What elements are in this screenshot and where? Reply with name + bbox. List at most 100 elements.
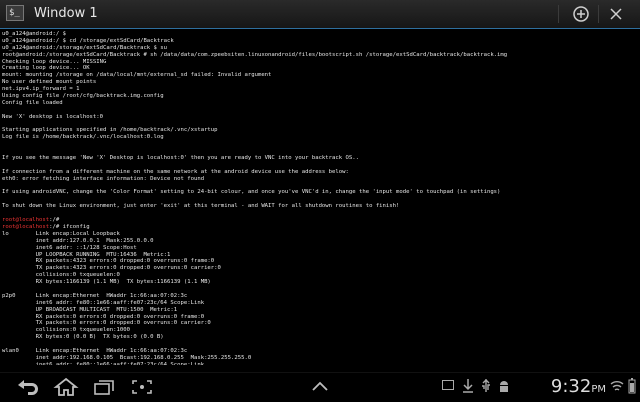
terminal-line: collisions:0 txqueuelen:1000 — [2, 327, 638, 334]
terminal-line: Log file is /home/backtrack/.vnc/localho… — [2, 134, 638, 141]
terminal-line: p2p0 Link encap:Ethernet HWaddr 1c:66:aa… — [2, 293, 638, 300]
terminal-line: UP LOOPBACK RUNNING MTU:16436 Metric:1 — [2, 252, 638, 259]
line-text: Creating loop device... OK — [2, 65, 90, 72]
terminal-line: Checking loop device... MISSING — [2, 59, 638, 66]
line-text: inet6 addr: fe80::1e66:aaff:fe07:23c/64 … — [2, 361, 205, 365]
terminal-line: If using androidVNC, change the 'Color F… — [2, 189, 638, 196]
recent-apps-button[interactable] — [90, 377, 118, 397]
terminal-line: RX bytes:0 (0.0 B) TX bytes:0 (0.0 B) — [2, 334, 638, 341]
clock-ampm: PM — [591, 384, 606, 395]
clock-time: 9:32 — [550, 376, 592, 397]
new-window-button[interactable] — [569, 4, 593, 24]
terminal-line: Using config file /root/cfg/backtrack.im… — [2, 93, 638, 100]
line-text: If connection from a different machine o… — [2, 168, 349, 175]
terminal-line: To shut down the Linux environment, just… — [2, 203, 638, 210]
terminal-line: u0_a124@android:/storage/extSdCard/Backt… — [2, 45, 638, 52]
terminal-line: Config file loaded — [2, 100, 638, 107]
line-text: TX packets:0 errors:0 dropped:0 overruns… — [2, 320, 211, 327]
android-icon — [498, 379, 510, 398]
screenshot-icon — [132, 380, 152, 394]
line-text: net.ipv4.ip_forward = 1 — [2, 86, 80, 93]
terminal-line: inet addr:127.0.0.1 Mask:255.0.0.0 — [2, 238, 638, 245]
terminal-line: inet addr:192.168.0.105 Bcast:192.168.0.… — [2, 355, 638, 362]
battery-icon — [628, 378, 636, 398]
line-text: If you see the message 'New 'X' Desktop … — [2, 155, 359, 162]
line-text: Config file loaded — [2, 99, 63, 106]
terminal-line: If connection from a different machine o… — [2, 169, 638, 176]
terminal-line: collisions:0 txqueuelen:0 — [2, 272, 638, 279]
terminal-line: wlan0 Link encap:Ethernet HWaddr 1c:66:a… — [2, 348, 638, 355]
line-text: inet addr:192.168.0.105 Bcast:192.168.0.… — [2, 354, 252, 361]
terminal-output[interactable]: u0_a124@android:/ $ u0_a124@android:/ $ c… — [2, 31, 638, 365]
terminal-line: If you see the message 'New 'X' Desktop … — [2, 155, 638, 162]
terminal-notification-icon — [442, 380, 454, 390]
terminal-line: net.ipv4.ip_forward = 1 — [2, 86, 638, 93]
line-text: collisions:0 txqueuelen:0 — [2, 272, 120, 279]
line-text: :/# ifconfig — [49, 223, 90, 230]
line-text: p2p0 Link encap:Ethernet HWaddr 1c:66:aa… — [2, 292, 188, 299]
line-text: Log file is /home/backtrack/.vnc/localho… — [2, 134, 164, 141]
download-icon — [462, 378, 474, 398]
terminal-line: inet6 addr: ::1/128 Scope:Host — [2, 245, 638, 252]
wifi-icon — [610, 378, 624, 398]
line-text: :/# — [49, 217, 63, 224]
line-text: lo Link encap:Local Loopback — [2, 230, 120, 237]
line-text: u0_a124@android:/storage/extSdCard/Backt… — [2, 44, 168, 51]
screenshot-button[interactable] — [128, 377, 156, 397]
terminal-line: root@localhost:/# — [2, 217, 638, 224]
chevron-up-icon — [312, 381, 328, 391]
line-text: RX bytes:0 (0.0 B) TX bytes:0 (0.0 B) — [2, 334, 164, 341]
terminal-line: root@android:/storage/extSdCard/Backtrac… — [2, 52, 638, 59]
terminal-line: Creating loop device... OK — [2, 65, 638, 72]
window-titlebar: $_ Window 1 — [0, 0, 640, 29]
line-text: RX packets:4323 errors:0 dropped:0 overr… — [2, 258, 215, 265]
system-navigation-bar: 9:32PM — [0, 372, 640, 401]
terminal-line: u0_a124@android:/ $ — [2, 31, 638, 38]
line-text: Starting applications specified in /home… — [2, 127, 218, 134]
close-window-button[interactable] — [604, 4, 628, 24]
line-text: inet6 addr: fe80::1e66:aaff:fe07:23c/64 … — [2, 299, 205, 306]
line-text: u0_a124@android:/ $ — [2, 31, 66, 37]
terminal-line: New 'X' desktop is localhost:0 — [2, 114, 638, 121]
back-button[interactable] — [14, 377, 42, 397]
status-area[interactable]: 9:32PM — [400, 373, 640, 401]
line-text: RX packets:0 errors:0 dropped:0 overruns… — [2, 313, 205, 320]
line-text: wlan0 Link encap:Ethernet HWaddr 1c:66:a… — [2, 347, 188, 354]
line-text: To shut down the Linux environment, just… — [2, 203, 400, 210]
show-menu-button[interactable] — [306, 377, 334, 397]
line-text: eth0: error fetching interface informati… — [2, 175, 205, 182]
divider — [558, 5, 559, 23]
clock: 9:32PM — [551, 375, 606, 402]
line-text: Using config file /root/cfg/backtrack.im… — [2, 93, 164, 100]
line-text: inet6 addr: ::1/128 Scope:Host — [2, 244, 137, 251]
terminal-line: RX packets:0 errors:0 dropped:0 overruns… — [2, 314, 638, 321]
line-text: u0_a124@android:/ $ cd /storage/extSdCar… — [2, 37, 174, 44]
home-button[interactable] — [52, 377, 80, 397]
usb-icon — [480, 378, 492, 398]
terminal-icon[interactable]: $_ — [6, 5, 24, 21]
terminal-line: u0_a124@android:/ $ cd /storage/extSdCar… — [2, 38, 638, 45]
terminal-line: RX bytes:1166139 (1.1 MB) TX bytes:11661… — [2, 279, 638, 286]
line-text: UP BROADCAST MULTICAST MTU:1500 Metric:1 — [2, 306, 178, 313]
line-text: mount: mounting /storage on /data/local/… — [2, 72, 272, 79]
line-text: New 'X' desktop is localhost:0 — [2, 113, 104, 120]
recent-apps-icon — [94, 380, 114, 395]
terminal-line: RX packets:4323 errors:0 dropped:0 overr… — [2, 258, 638, 265]
terminal-line: inet6 addr: fe80::1e66:aaff:fe07:23c/64 … — [2, 300, 638, 307]
line-text: TX packets:4323 errors:0 dropped:0 overr… — [2, 265, 221, 272]
line-text: If using androidVNC, change the 'Color F… — [2, 189, 501, 196]
plus-circle-icon — [573, 6, 589, 22]
root-prompt: root@localhost — [2, 223, 50, 230]
terminal-line: No user defined mount points — [2, 79, 638, 86]
line-text: Checking loop device... MISSING — [2, 58, 107, 65]
line-text: root@android:/storage/extSdCard/Backtrac… — [2, 51, 508, 58]
terminal-line: root@localhost:/# ifconfig — [2, 224, 638, 231]
terminal-line: Starting applications specified in /home… — [2, 127, 638, 134]
